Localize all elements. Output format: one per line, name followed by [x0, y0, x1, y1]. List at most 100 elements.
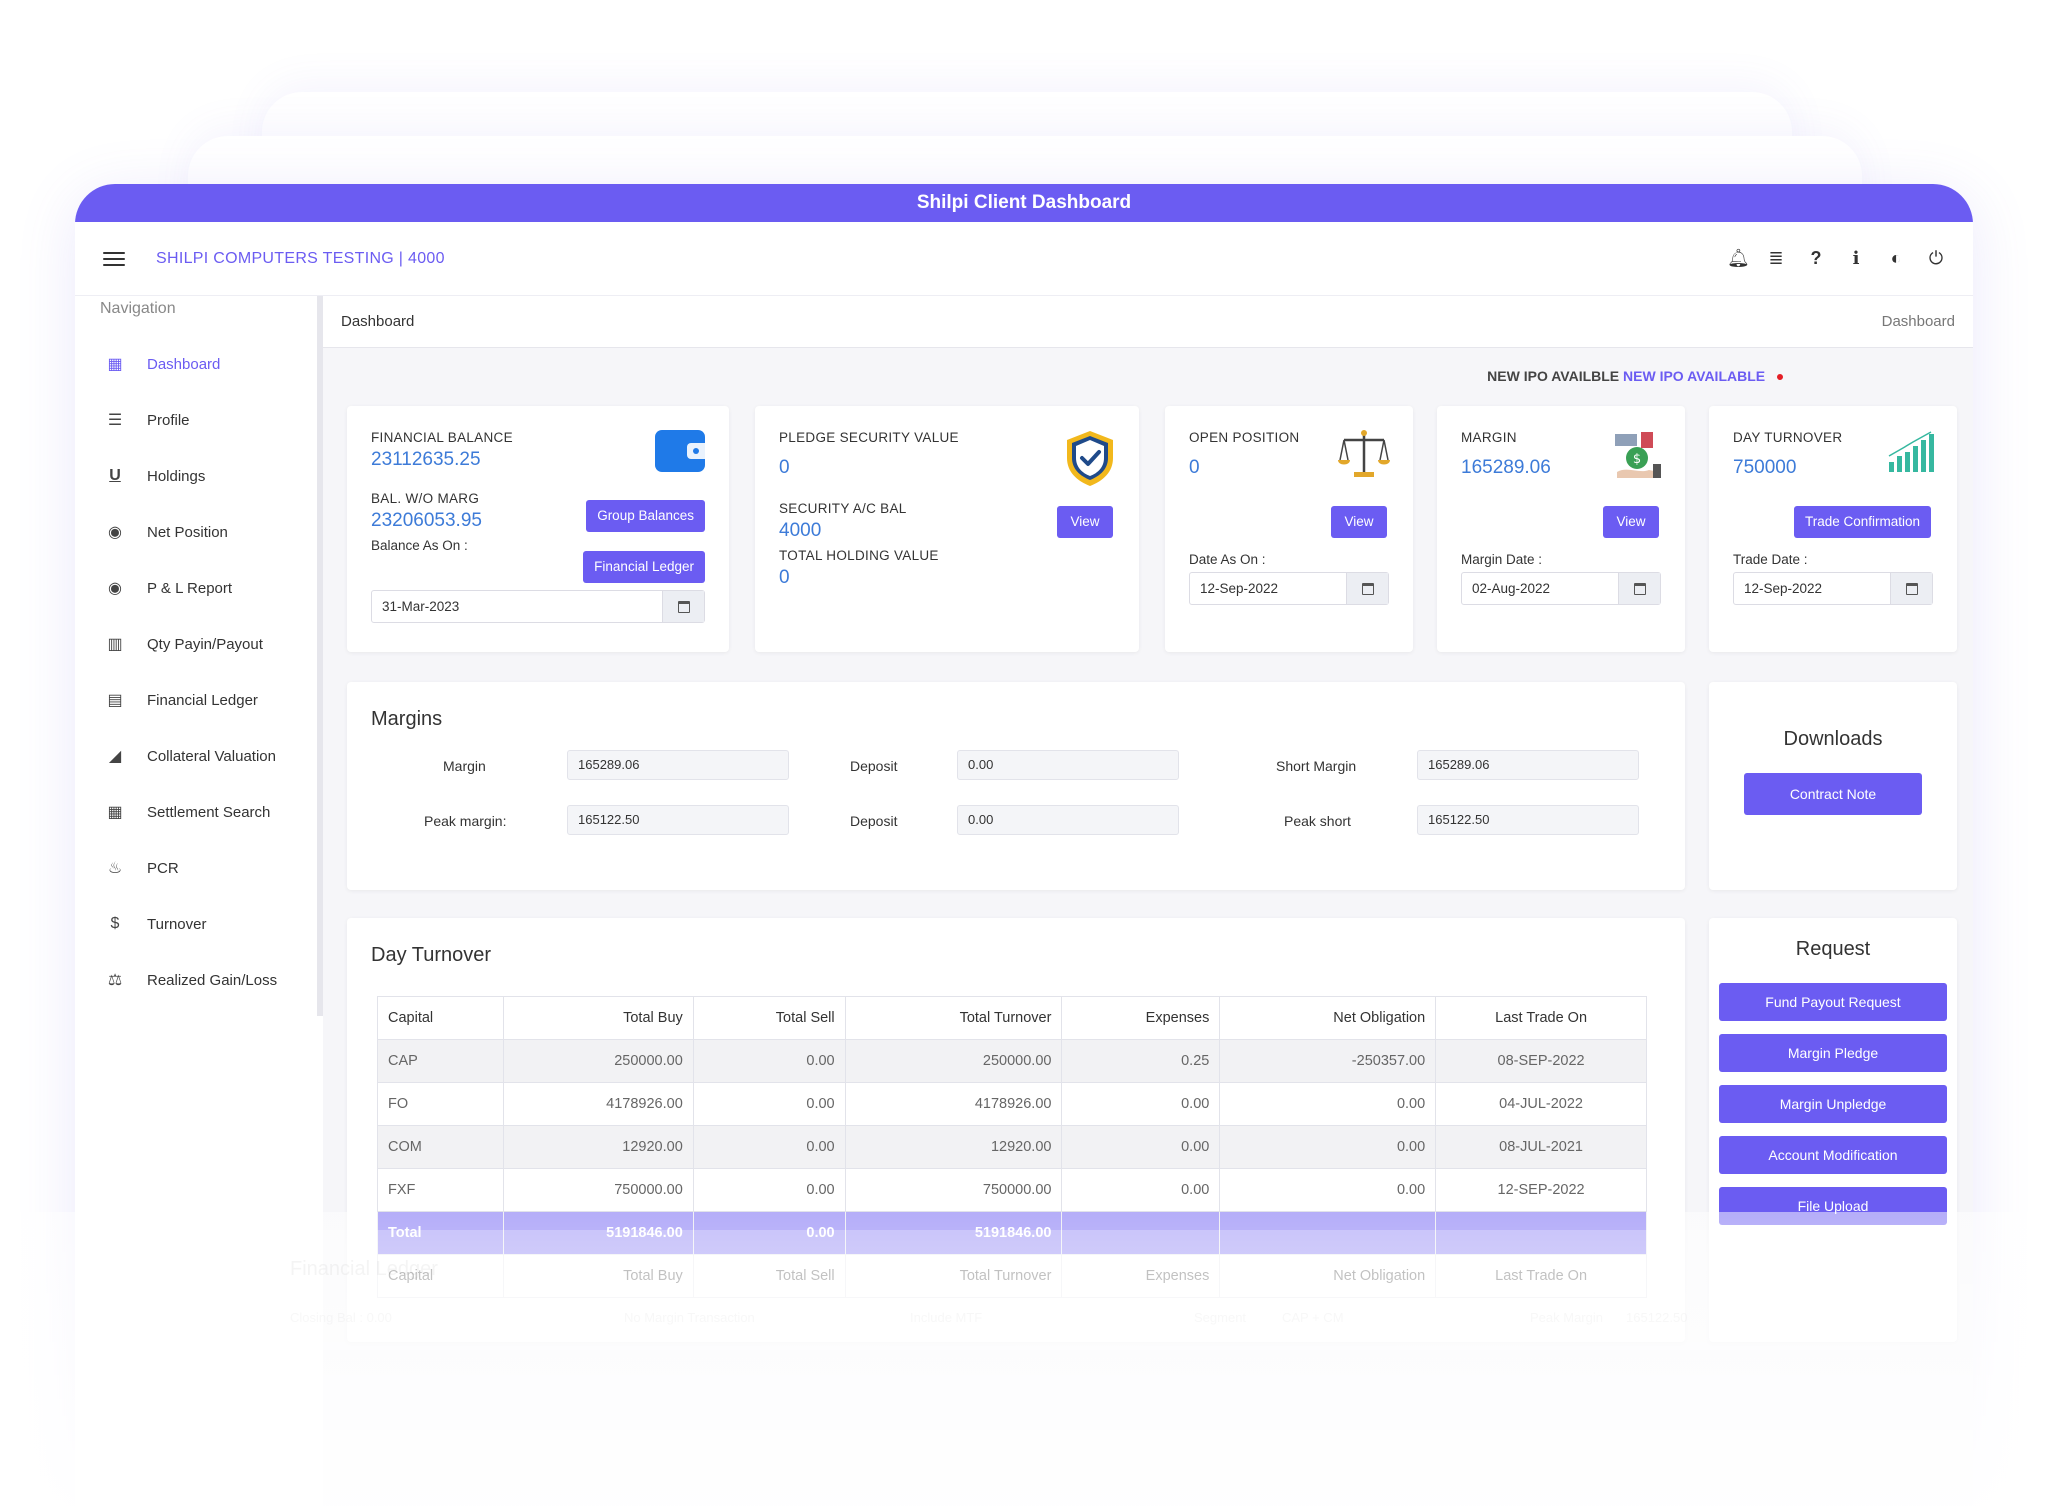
deposit-field[interactable]: 0.00 [957, 805, 1179, 835]
open-position-value: 0 [1189, 457, 1200, 478]
column-header[interactable]: Net Obligation [1219, 996, 1437, 1040]
closing-balance-label: Closing Bal : 0.00 [290, 1310, 392, 1325]
margin-unpledge-button[interactable]: Margin Unpledge [1719, 1085, 1947, 1123]
scales-icon [1338, 430, 1390, 477]
group-balances-button[interactable]: Group Balances [586, 500, 705, 532]
nav-title: Navigation [100, 300, 176, 317]
fire-icon: ♨ [107, 860, 123, 877]
deposit-field[interactable]: 0.00 [957, 750, 1179, 780]
sidebar-item-turnover[interactable]: $ Turnover [75, 896, 317, 952]
margin-pledge-button[interactable]: Margin Pledge [1719, 1034, 1947, 1072]
financial-balance-label: FINANCIAL BALANCE [371, 430, 513, 445]
no-margin-transaction-checkbox[interactable]: No Margin Transaction [624, 1310, 755, 1325]
contract-note-button[interactable]: Contract Note [1744, 773, 1922, 815]
pledge-security-card: PLEDGE SECURITY VALUE 0 SECURITY A/C BAL… [755, 406, 1139, 652]
open-position-view-button[interactable]: View [1331, 506, 1387, 538]
table-cell: -250357.00 [1219, 1039, 1437, 1083]
segment-select[interactable]: CAP + CM [1282, 1310, 1344, 1325]
sidebar-item-qty-payin-payout[interactable]: ▥ Qty Payin/Payout [75, 616, 317, 672]
calendar-icon [1633, 582, 1646, 595]
question-icon[interactable]: ? [1807, 248, 1825, 269]
sidebar-item-pcr[interactable]: ♨ PCR [75, 840, 317, 896]
table-cell: 750000.00 [844, 1168, 1063, 1212]
bell-icon[interactable]: 🔔︎ [1727, 248, 1750, 269]
margin-label: MARGIN [1461, 430, 1517, 445]
column-header[interactable]: Total Turnover [844, 996, 1063, 1040]
sidebar-item-net-position[interactable]: ◉ Net Position [75, 504, 317, 560]
table-cell: 0.00 [1219, 1125, 1437, 1169]
margin-view-button[interactable]: View [1603, 506, 1659, 538]
table-cell: 0.25 [1061, 1039, 1221, 1083]
column-header[interactable]: Expenses [1061, 996, 1221, 1040]
ipo-link[interactable]: NEW IPO AVAILABLE [1623, 368, 1765, 384]
balance-scale-icon: ⚖ [107, 972, 123, 989]
trade-confirmation-button[interactable]: Trade Confirmation [1793, 506, 1931, 538]
table-cell: 0.00 [1219, 1168, 1437, 1212]
sidebar-item-collateral-valuation[interactable]: ◢ Collateral Valuation [75, 728, 317, 784]
margin-date-field[interactable]: 02-Aug-2022 [1461, 572, 1661, 605]
table-row: FXF 750000.00 0.00 750000.00 0.00 0.00 1… [377, 1168, 1647, 1212]
book-icon: ▤ [107, 692, 123, 709]
info-icon[interactable]: i [1847, 248, 1865, 269]
top-navbar: SHILPI COMPUTERS TESTING | 4000 🔔︎ ≣ ? i… [75, 222, 1973, 296]
calendar-button[interactable] [662, 591, 704, 622]
margin-field-label: Margin [443, 758, 486, 774]
file-upload-button[interactable]: File Upload [1719, 1187, 1947, 1225]
window-title: Shilpi Client Dashboard [75, 184, 1973, 222]
sidebar-item-realized-gain-loss[interactable]: ⚖ Realized Gain/Loss [75, 952, 317, 1008]
calendar-button[interactable] [1890, 573, 1932, 604]
shield-icon[interactable]: ◐ [1887, 248, 1905, 269]
peak-margin-value: 165122.50 [1626, 1310, 1688, 1325]
hamburger-menu-icon[interactable] [103, 251, 125, 266]
sidebar-item-settlement-search[interactable]: ▦ Settlement Search [75, 784, 317, 840]
calendar-button[interactable] [1618, 573, 1660, 604]
sidebar-item-dashboard[interactable]: ▦ Dashboard [75, 336, 317, 392]
balance-date-field[interactable]: 31-Mar-2023 [371, 590, 705, 623]
pledge-view-button[interactable]: View [1057, 506, 1113, 538]
sidebar-item-pl-report[interactable]: ◉ P & L Report [75, 560, 317, 616]
peak-short-field[interactable]: 165122.50 [1417, 805, 1639, 835]
breadcrumb-current[interactable]: Dashboard [1882, 313, 1955, 330]
day-turnover-title: Day Turnover [371, 944, 492, 966]
column-header[interactable]: Capital [377, 996, 504, 1040]
peak-margin-field[interactable]: 165122.50 [567, 805, 789, 835]
financial-balance-card: FINANCIAL BALANCE 23112635.25 BAL. W/O M… [347, 406, 729, 652]
open-position-date-label: Date As On : [1189, 552, 1266, 567]
trade-date-field[interactable]: 12-Sep-2022 [1733, 572, 1933, 605]
day-turnover-label: DAY TURNOVER [1733, 430, 1843, 445]
bar-chart-icon: ▥ [107, 636, 123, 653]
open-position-date-field[interactable]: 12-Sep-2022 [1189, 572, 1389, 605]
table-cell: 08-SEP-2022 [1435, 1039, 1647, 1083]
fund-payout-request-button[interactable]: Fund Payout Request [1719, 983, 1947, 1021]
table-row: FO 4178926.00 0.00 4178926.00 0.00 0.00 … [377, 1082, 1647, 1126]
list-icon: ☰ [107, 412, 123, 429]
downloads-card: Downloads Contract Note [1709, 682, 1957, 890]
table-cell: 250000.00 [844, 1039, 1063, 1083]
sidebar-item-financial-ledger[interactable]: ▤ Financial Ledger [75, 672, 317, 728]
table-cell: 12920.00 [844, 1125, 1063, 1169]
lines-icon[interactable]: ≣ [1767, 248, 1785, 269]
table-cell: FO [377, 1082, 504, 1126]
sidebar-item-label: Net Position [147, 523, 228, 541]
sidebar: Navigation ▦ Dashboard ☰ Profile U Holdi… [75, 296, 323, 1016]
column-header[interactable]: Last Trade On [1435, 996, 1647, 1040]
sidebar-item-profile[interactable]: ☰ Profile [75, 392, 317, 448]
account-modification-button[interactable]: Account Modification [1719, 1136, 1947, 1174]
page-title: Dashboard [341, 313, 415, 330]
org-name: SHILPI COMPUTERS TESTING | 4000 [156, 249, 445, 267]
calendar-button[interactable] [1346, 573, 1388, 604]
column-header[interactable]: Total Sell [692, 996, 846, 1040]
margin-field[interactable]: 165289.06 [567, 750, 789, 780]
include-mtf-checkbox[interactable]: Include MTF [910, 1310, 982, 1325]
power-icon[interactable]: ⏻ [1927, 248, 1945, 269]
sidebar-item-holdings[interactable]: U Holdings [75, 448, 317, 504]
column-header[interactable]: Total Buy [502, 996, 694, 1040]
calendar-icon [677, 600, 690, 613]
sidebar-item-label: Realized Gain/Loss [147, 971, 278, 989]
deposit-label: Deposit [850, 758, 898, 774]
financial-ledger-button[interactable]: Financial Ledger [583, 551, 705, 583]
sidebar-item-label: Collateral Valuation [147, 747, 276, 765]
short-margin-field[interactable]: 165289.06 [1417, 750, 1639, 780]
open-position-label: OPEN POSITION [1189, 430, 1300, 445]
open-position-date-value: 12-Sep-2022 [1200, 581, 1279, 596]
